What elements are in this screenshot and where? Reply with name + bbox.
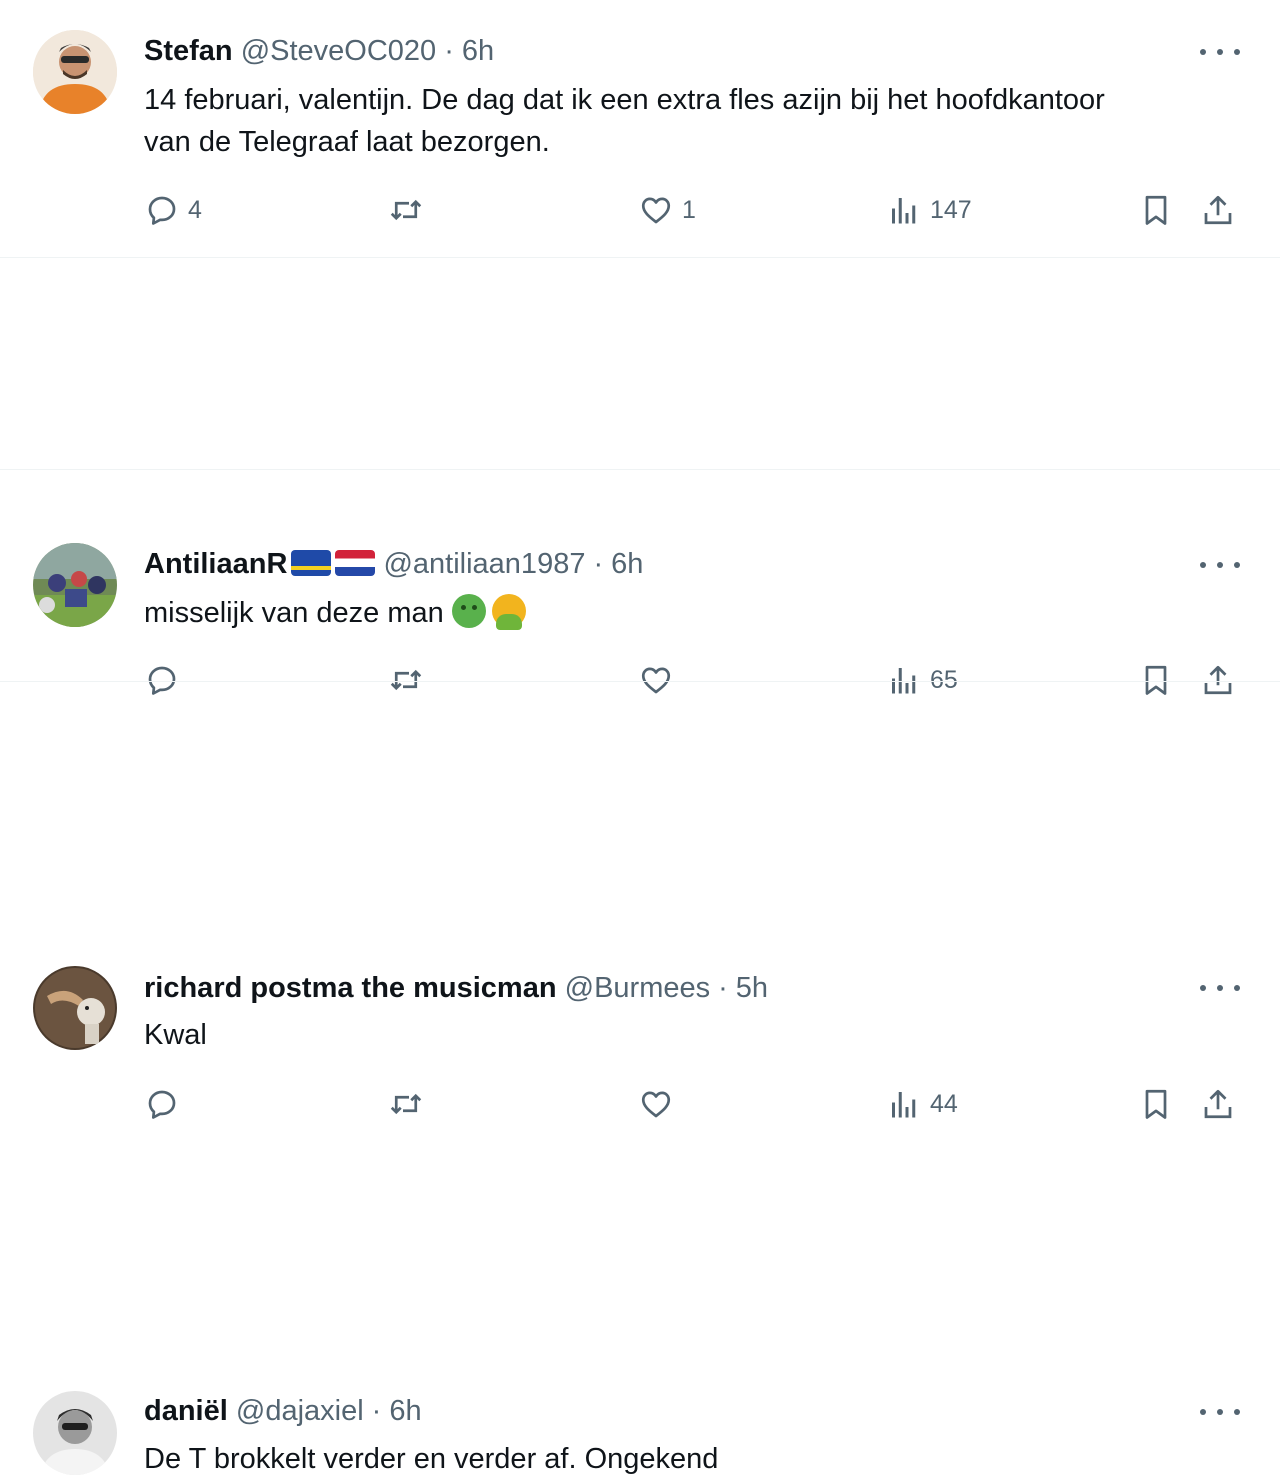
user-handle[interactable]: @Burmees	[565, 972, 710, 1004]
timestamp[interactable]: 6h	[462, 35, 494, 67]
more-icon[interactable]	[1200, 976, 1240, 1000]
separator: ·	[444, 35, 454, 67]
avatar[interactable]	[33, 966, 117, 1050]
avatar[interactable]	[33, 30, 117, 114]
reply-button[interactable]	[144, 1084, 180, 1124]
tweet-item[interactable]: daniël @dajaxiel · 6h De T brokkelt verder…	[0, 682, 1280, 1475]
timestamp[interactable]: 5h	[736, 972, 768, 1004]
share-icon	[1200, 1086, 1236, 1122]
reply-feed: Stefan @SteveOC020 · 6h 14 februari, valen…	[0, 0, 1280, 1475]
tweet-header: Stefan @SteveOC020 · 6h	[144, 33, 1200, 69]
tweet-text-line: van de Telegraaf laat bezorgen.	[144, 126, 550, 158]
tweet-item[interactable]: richard postma the musicman @Burmees · 5h …	[0, 470, 1280, 682]
reply-count: 4	[188, 195, 202, 224]
tweet-text: Kwal	[144, 1014, 1250, 1056]
more-icon[interactable]	[1200, 1400, 1240, 1424]
tweet-header: richard postma the musicman @Burmees · 5h	[144, 970, 1200, 1006]
avatar[interactable]	[33, 1391, 117, 1475]
heart-icon	[638, 192, 674, 228]
user-handle[interactable]: @dajaxiel	[236, 1395, 364, 1427]
reply-icon	[144, 192, 180, 228]
reply-button[interactable]: 4	[144, 190, 202, 230]
heart-icon	[638, 1086, 674, 1122]
bookmark-button[interactable]	[1138, 190, 1174, 230]
like-button[interactable]: 1	[638, 190, 696, 230]
separator: ·	[371, 1395, 382, 1427]
tweet-text: De T brokkelt verder en verder af. Ongek…	[144, 1438, 1250, 1480]
like-count: 1	[682, 195, 696, 224]
action-bar: 4 1 147	[130, 190, 1250, 230]
retweet-button[interactable]	[388, 1084, 424, 1124]
tweet-header: daniël @dajaxiel · 6h	[144, 1393, 1200, 1429]
views-icon	[886, 192, 922, 228]
more-icon[interactable]	[1200, 40, 1240, 64]
bookmark-button[interactable]	[1138, 1084, 1174, 1124]
share-button[interactable]	[1200, 1084, 1236, 1124]
tweet-item[interactable]: AntiliaanR @antiliaan1987 · 6h misselijk v…	[0, 258, 1280, 470]
tweet-text-content: Kwal	[144, 1019, 207, 1051]
display-name[interactable]: richard postma the musicman	[144, 972, 557, 1004]
like-button[interactable]	[638, 1084, 674, 1124]
views-icon	[886, 1086, 922, 1122]
tweet-text-line: 14 februari, valentijn. De dag dat ik ee…	[144, 84, 1105, 116]
timestamp[interactable]: 6h	[389, 1395, 421, 1427]
retweet-icon	[388, 192, 424, 228]
bookmark-icon	[1138, 192, 1174, 228]
user-handle[interactable]: @SteveOC020	[241, 35, 436, 67]
views-button[interactable]: 44	[886, 1084, 958, 1124]
action-bar: 44	[130, 1084, 1250, 1124]
display-name[interactable]: Stefan	[144, 35, 233, 67]
share-icon	[1200, 192, 1236, 228]
retweet-button[interactable]	[388, 190, 424, 230]
tweet-item[interactable]: Stefan @SteveOC020 · 6h 14 februari, valen…	[0, 0, 1280, 258]
retweet-icon	[388, 1086, 424, 1122]
separator: ·	[718, 972, 728, 1004]
view-count: 44	[930, 1089, 958, 1118]
tweet-text-content: De T brokkelt verder en verder af. Ongek…	[144, 1443, 719, 1475]
tweet-text: 14 februari, valentijn. De dag dat ik ee…	[144, 79, 1250, 163]
share-button[interactable]	[1200, 190, 1236, 230]
display-name[interactable]: daniël	[144, 1395, 228, 1427]
bookmark-icon	[1138, 1086, 1174, 1122]
reply-icon	[144, 1086, 180, 1122]
view-count: 147	[930, 195, 972, 224]
views-button[interactable]: 147	[886, 190, 972, 230]
